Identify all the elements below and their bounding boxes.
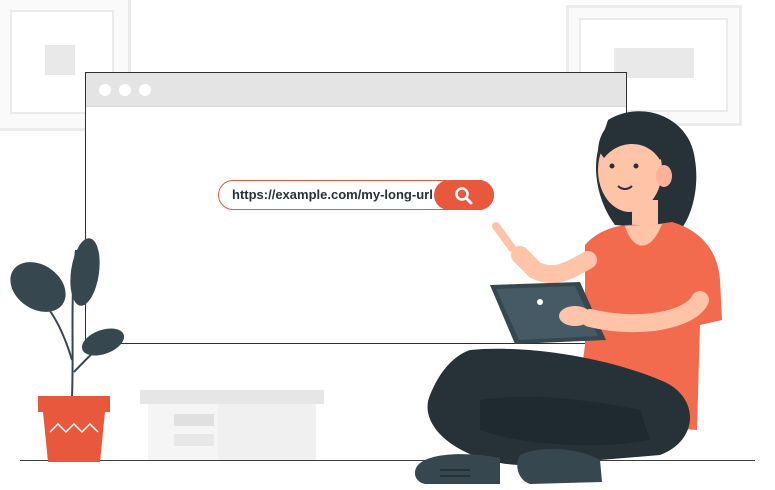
illustration xyxy=(10,111,722,484)
potted-plant xyxy=(10,238,125,462)
woman-with-tablet xyxy=(414,111,722,484)
